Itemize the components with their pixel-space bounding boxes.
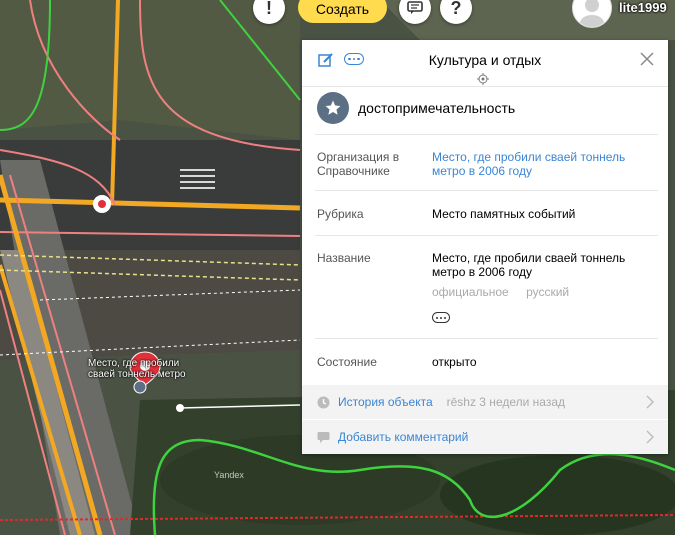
create-button[interactable]: Создать	[298, 0, 387, 23]
object-panel: Культура и отдых достопримечательность О…	[302, 40, 668, 454]
comment-row[interactable]: Добавить комментарий	[302, 420, 668, 454]
panel-header-divider	[302, 86, 668, 87]
name-tag-official: официальное	[432, 285, 509, 299]
org-link[interactable]: Место, где пробили сваей тоннель метро в…	[432, 150, 642, 178]
category-label: достопримечательность	[358, 100, 516, 116]
panel-title: Культура и отдых	[428, 52, 542, 68]
divider	[315, 134, 658, 135]
map-watermark: Yandex	[214, 470, 244, 480]
clock-icon	[316, 395, 330, 409]
org-label: Организация в Справочнике	[317, 150, 400, 178]
chat-icon	[407, 1, 423, 14]
question-icon: ?	[450, 0, 462, 18]
poi-map-label[interactable]: Место, где пробили сваей тоннель метро	[88, 358, 203, 380]
exclamation-icon: !	[266, 0, 272, 18]
locate-icon[interactable]	[477, 73, 489, 85]
rubric-value[interactable]: Место памятных событий	[432, 207, 642, 221]
name-label: Название	[317, 251, 371, 265]
category-row[interactable]: достопримечательность	[317, 92, 515, 124]
history-meta: rēshz 3 недели назад	[446, 395, 566, 409]
user-icon	[580, 0, 604, 27]
name-tag-language: русский	[526, 285, 570, 299]
star-icon	[317, 92, 349, 124]
chevron-right-icon	[646, 430, 654, 444]
username[interactable]: lite1999	[619, 0, 667, 15]
history-row[interactable]: История объекта rēshz 3 недели назад	[302, 385, 668, 419]
history-link[interactable]: История объекта	[338, 395, 433, 409]
rubric-label: Рубрика	[317, 207, 364, 221]
name-value[interactable]: Место, где пробили сваей тоннель метро в…	[432, 251, 642, 279]
comment-icon	[316, 430, 330, 444]
add-comment-link[interactable]: Добавить комментарий	[338, 430, 468, 444]
chevron-right-icon	[646, 395, 654, 409]
divider	[315, 235, 658, 236]
state-label: Состояние	[317, 355, 377, 369]
state-value[interactable]: открыто	[432, 355, 642, 369]
divider	[315, 338, 658, 339]
name-tags: официальное русский	[432, 285, 642, 299]
close-icon[interactable]	[640, 52, 654, 66]
divider	[315, 190, 658, 191]
name-more-button[interactable]	[432, 312, 450, 323]
